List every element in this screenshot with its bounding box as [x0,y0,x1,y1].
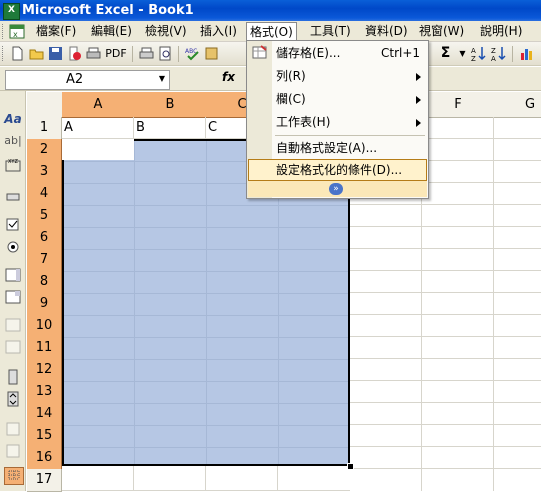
open-folder-icon[interactable] [28,45,45,62]
group-box-icon[interactable]: XYZ [4,157,22,173]
menubar-grip-icon[interactable] [2,24,6,39]
title-bar: X Microsoft Excel - Book1 [0,0,541,21]
save-icon[interactable] [47,45,64,62]
new-document-icon[interactable] [9,45,26,62]
workbook-icon[interactable]: x [8,23,26,40]
edit-code-icon[interactable] [4,443,22,459]
active-cell-a2[interactable] [62,139,134,160]
menu-help[interactable]: 說明(H) [477,23,525,40]
cell-a1[interactable]: A [62,117,134,139]
row-header[interactable]: 3 [27,161,62,184]
research-icon[interactable] [203,45,220,62]
fill-handle[interactable] [347,463,354,470]
menu-separator [275,135,425,136]
print-preview-icon[interactable] [138,45,155,62]
toolbar-separator [178,46,179,62]
control-properties-icon[interactable] [4,421,22,437]
row-header[interactable]: 11 [27,337,62,360]
svg-text:Z: Z [491,47,496,55]
row-header[interactable]: 1 [27,117,62,140]
pdf-button[interactable]: PDF [104,45,128,62]
button-tool-icon[interactable] [4,189,22,205]
row-header[interactable]: 5 [27,205,62,228]
menu-file[interactable]: 檔案(F) [33,23,79,40]
row-header[interactable]: 12 [27,359,62,382]
column-header-a[interactable]: A [62,92,135,118]
sort-descending-icon[interactable]: ZA [490,45,507,63]
menu-item-row[interactable]: 列(R) [248,65,427,87]
window-title: Microsoft Excel - Book1 [22,3,194,18]
name-box[interactable]: A2 ▼ [5,70,170,90]
row-header[interactable]: 2 [27,139,62,162]
text-box-icon[interactable]: ab| [4,133,22,149]
row-header[interactable]: 7 [27,249,62,272]
menu-item-cells[interactable]: 儲存格(E)... Ctrl+1 [248,42,427,64]
menu-data[interactable]: 資料(D) [362,23,411,40]
menu-window[interactable]: 視窗(W) [416,23,467,40]
menu-bar: x 檔案(F) 編輯(E) 檢視(V) 插入(I) 格式(O) 工具(T) 資料… [0,21,541,44]
row-header[interactable]: 6 [27,227,62,250]
column-header-f[interactable]: F [422,92,495,118]
checkbox-tool-icon[interactable] [4,217,22,233]
toolbar-separator [132,46,133,62]
menu-expand-button[interactable]: » [248,181,427,197]
submenu-arrow-icon [416,96,421,104]
menu-view[interactable]: 檢視(V) [142,23,190,40]
select-all-corner[interactable] [27,92,63,118]
menu-item-autoformat[interactable]: 自動格式設定(A)... [248,137,427,159]
submenu-arrow-icon [416,119,421,127]
name-box-value: A2 [66,72,84,87]
row-header[interactable]: 4 [27,183,62,206]
format-menu: 儲存格(E)... Ctrl+1 列(R) 欄(C) 工作表(H) 自動格式設定… [246,40,429,199]
print-icon[interactable] [85,45,102,62]
menu-item-sheet[interactable]: 工作表(H) [248,111,427,133]
excel-app-icon[interactable]: X [3,3,20,20]
submenu-arrow-icon [416,73,421,81]
row-header[interactable]: 9 [27,293,62,316]
menu-edit[interactable]: 編輯(E) [88,23,135,40]
sort-ascending-icon[interactable]: AZ [470,45,487,63]
row-header[interactable]: 15 [27,425,62,448]
toolbar-grip-icon[interactable] [2,46,6,61]
preview-magnifier-icon[interactable] [157,45,174,62]
row-header[interactable]: 14 [27,403,62,426]
column-header-b[interactable]: B [134,92,207,118]
toggle-grid-icon[interactable] [4,467,24,485]
insert-function-icon[interactable]: fx [222,70,235,84]
chart-wizard-icon[interactable] [519,45,536,62]
menu-item-conditional-formatting[interactable]: 設定格式化的條件(D)... [248,159,427,181]
forms-toolbar: Aa ab| XYZ [0,91,26,491]
svg-text:Z: Z [471,55,476,62]
toolbar-separator [512,46,513,62]
scroll-bar-icon[interactable] [4,369,22,385]
option-button-icon[interactable] [4,239,22,255]
spelling-icon[interactable]: ABC [184,45,201,62]
name-box-dropdown-icon[interactable]: ▼ [155,71,169,87]
svg-text:x: x [13,30,18,39]
row-header[interactable]: 16 [27,447,62,470]
cell-b1[interactable]: B [134,117,206,139]
svg-text:A: A [491,55,496,62]
row-header[interactable]: 8 [27,271,62,294]
row17-gridlines [62,466,350,491]
menu-item-column[interactable]: 欄(C) [248,88,427,110]
combo-box-icon[interactable] [4,289,22,305]
autosum-dropdown-icon[interactable]: ▼ [454,45,471,62]
permission-icon[interactable] [66,45,83,62]
spinner-icon[interactable] [4,391,22,407]
combo-list-edit-icon[interactable] [4,317,22,333]
autosum-button[interactable]: Σ [437,45,454,62]
svg-text:XYZ: XYZ [8,159,18,165]
list-box-icon[interactable] [4,267,22,283]
row-header[interactable]: 13 [27,381,62,404]
label-tool-icon[interactable]: Aa [4,111,22,127]
combo-dropdown-edit-icon[interactable] [4,339,22,355]
expand-chevron-icon: » [329,183,343,195]
menu-tools[interactable]: 工具(T) [307,23,354,40]
column-header-g[interactable]: G [494,92,541,118]
row-header[interactable]: 17 [27,469,62,492]
row-header[interactable]: 10 [27,315,62,338]
svg-text:A: A [471,47,476,55]
menu-insert[interactable]: 插入(I) [197,23,240,40]
